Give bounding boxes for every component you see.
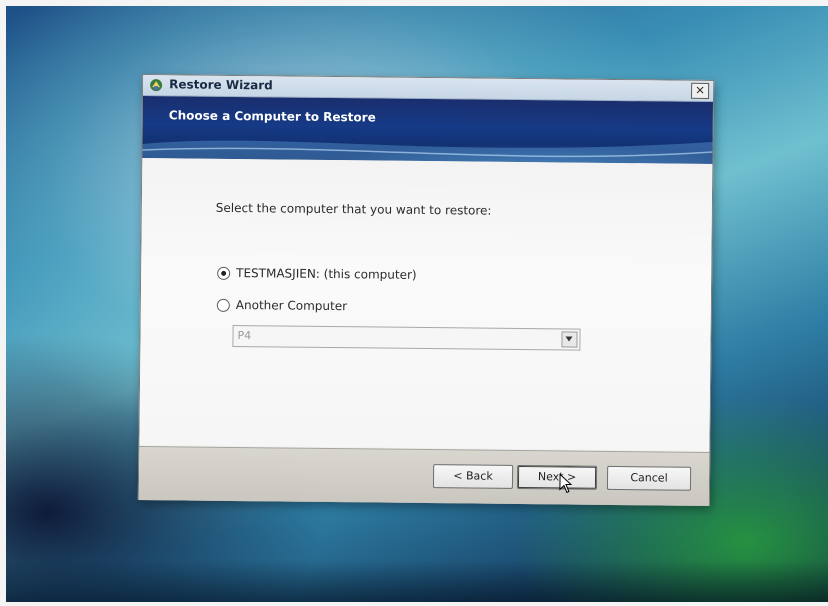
- option-another-computer[interactable]: Another Computer: [216, 297, 347, 314]
- close-icon: ×: [695, 82, 706, 97]
- radio-this-computer[interactable]: [217, 266, 231, 280]
- restore-wizard-dialog: Restore Wizard × Choose a Computer to Re…: [137, 74, 715, 506]
- radio-another-computer[interactable]: [216, 298, 230, 312]
- mouse-cursor-icon: [559, 473, 573, 494]
- wizard-icon: [150, 79, 163, 92]
- computer-select-value: P4: [237, 329, 252, 343]
- wizard-page-title: Choose a Computer to Restore: [168, 108, 376, 125]
- computer-select-dropdown[interactable]: P4: [232, 324, 581, 351]
- wizard-footer: < Back Next > Cancel: [138, 446, 710, 506]
- dropdown-arrow-button[interactable]: [561, 331, 578, 348]
- option-another-computer-label[interactable]: Another Computer: [236, 298, 347, 313]
- window-title: Restore Wizard: [169, 77, 273, 93]
- select-computer-prompt: Select the computer that you want to res…: [215, 200, 492, 218]
- screen-shadow: [6, 560, 828, 602]
- wizard-content: Select the computer that you want to res…: [139, 158, 713, 451]
- back-button[interactable]: < Back: [432, 464, 514, 489]
- wizard-header: Choose a Computer to Restore: [142, 96, 713, 164]
- cancel-button[interactable]: Cancel: [606, 465, 692, 491]
- chevron-down-icon: [565, 336, 573, 342]
- option-this-computer[interactable]: TESTMASJIEN: (this computer): [217, 265, 417, 283]
- next-button[interactable]: Next >: [516, 464, 598, 490]
- option-this-computer-label[interactable]: TESTMASJIEN: (this computer): [236, 266, 417, 282]
- close-button[interactable]: ×: [691, 82, 710, 99]
- banner-wave-decoration: [142, 140, 713, 164]
